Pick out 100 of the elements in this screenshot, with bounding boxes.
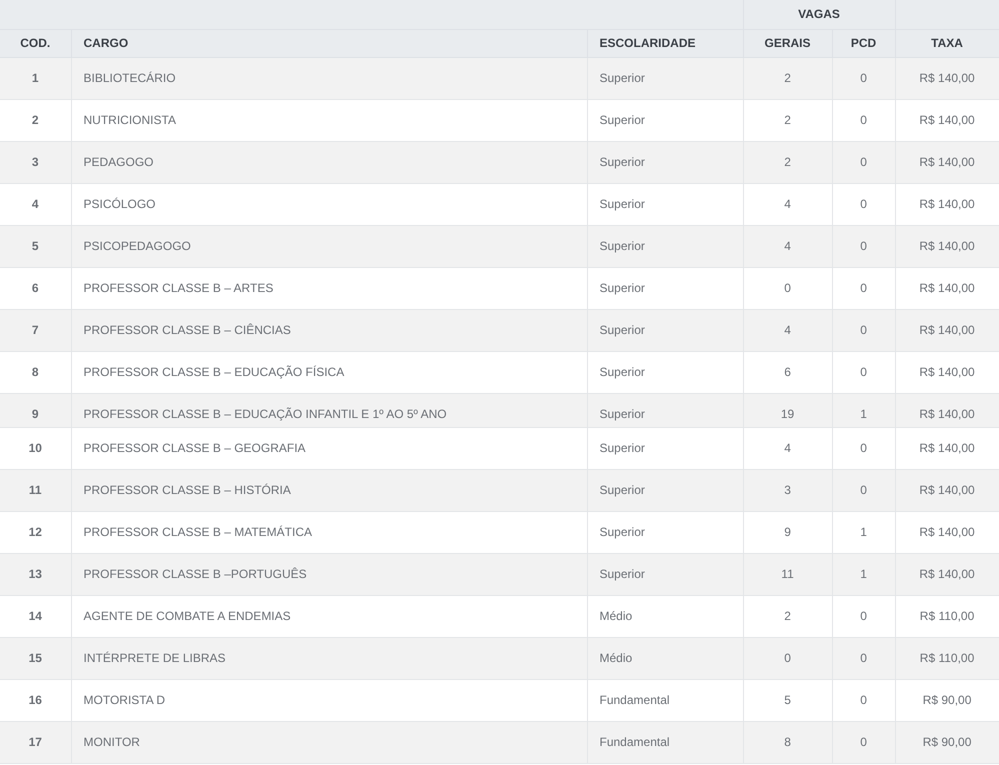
table-cell: 0: [832, 595, 896, 637]
table-cell: 2: [0, 99, 71, 141]
table-cell: 4: [743, 183, 832, 225]
table-cell: 2: [743, 57, 832, 99]
table-cell: 0: [832, 57, 896, 99]
table-cell: 16: [0, 679, 71, 721]
table-cell: 8: [0, 351, 71, 393]
table-cell: 2: [743, 99, 832, 141]
table-cell: PROFESSOR CLASSE B – EDUCAÇÃO FÍSICA: [71, 351, 587, 393]
table-cell: 11: [0, 469, 71, 511]
table-cell: 4: [743, 225, 832, 267]
table-cell: R$ 140,00: [895, 225, 999, 267]
table-cell: 1: [832, 393, 896, 427]
table-cell: Superior: [587, 141, 744, 183]
table-cell: 3: [0, 141, 71, 183]
table-cell: 0: [743, 267, 832, 309]
table-cell: 0: [832, 721, 896, 763]
table-cell: PROFESSOR CLASSE B – ARTES: [71, 267, 587, 309]
column-header: GERAIS: [743, 29, 832, 57]
table-cell: Fundamental: [587, 679, 744, 721]
table-cell: 3: [743, 469, 832, 511]
table-cell: PROFESSOR CLASSE B –PORTUGUÊS: [71, 553, 587, 595]
table-cell: 4: [0, 183, 71, 225]
table-cell: R$ 140,00: [895, 351, 999, 393]
table-cell: INTÉRPRETE DE LIBRAS: [71, 637, 587, 679]
table-cell: R$ 140,00: [895, 183, 999, 225]
table-cell: 0: [832, 183, 896, 225]
table-cell: R$ 140,00: [895, 427, 999, 469]
table-cell: R$ 140,00: [895, 309, 999, 351]
table-cell: PROFESSOR CLASSE B – HISTÓRIA: [71, 469, 587, 511]
table-cell: R$ 90,00: [895, 679, 999, 721]
table-cell: 9: [743, 511, 832, 553]
table-cell: MONITOR: [71, 721, 587, 763]
table-cell: PEDAGOGO: [71, 141, 587, 183]
table-cell: Superior: [587, 469, 744, 511]
table-cell: 0: [832, 637, 896, 679]
table-cell: 8: [743, 721, 832, 763]
table-cell: Superior: [587, 393, 744, 427]
table-cell: 17: [0, 721, 71, 763]
table-cell: PROFESSOR CLASSE B – GEOGRAFIA: [71, 427, 587, 469]
table-cell: 9: [0, 393, 71, 427]
column-header: ESCOLARIDADE: [587, 29, 744, 57]
table-cell: Médio: [587, 595, 744, 637]
table-cell: R$ 140,00: [895, 511, 999, 553]
table-cell: 0: [832, 225, 896, 267]
table-cell: 2: [743, 141, 832, 183]
table-cell: PROFESSOR CLASSE B – MATEMÁTICA: [71, 511, 587, 553]
table-cell: 15: [0, 637, 71, 679]
table-cell: 11: [743, 553, 832, 595]
column-header: COD.: [0, 29, 71, 57]
table-cell: R$ 110,00: [895, 595, 999, 637]
table-cell: Superior: [587, 511, 744, 553]
table-cell: 0: [832, 427, 896, 469]
table-cell: 0: [832, 351, 896, 393]
table-cell: 4: [743, 309, 832, 351]
table-cell: Superior: [587, 427, 744, 469]
table-cell: 2: [743, 595, 832, 637]
table-cell: R$ 140,00: [895, 57, 999, 99]
column-header: TAXA: [895, 29, 999, 57]
table-cell: Superior: [587, 351, 744, 393]
table-cell: 14: [0, 595, 71, 637]
table-cell: Fundamental: [587, 721, 744, 763]
table-cell: 4: [743, 427, 832, 469]
table-cell: 0: [832, 267, 896, 309]
table-cell: R$ 140,00: [895, 553, 999, 595]
table-cell: 1: [0, 57, 71, 99]
table-cell: R$ 140,00: [895, 141, 999, 183]
table-cell: 5: [743, 679, 832, 721]
table-cell: PROFESSOR CLASSE B – EDUCAÇÃO INFANTIL E 1º AO 5º ANO: [71, 393, 587, 427]
table-cell: BIBLIOTECÁRIO: [71, 57, 587, 99]
table-cell: Superior: [587, 225, 744, 267]
table-cell: R$ 90,00: [895, 721, 999, 763]
table-cell: 0: [832, 309, 896, 351]
table-cell: PSICÓLOGO: [71, 183, 587, 225]
table-cell: R$ 110,00: [895, 637, 999, 679]
table-cell: 7: [0, 309, 71, 351]
table-cell: Superior: [587, 267, 744, 309]
table-cell: 1: [832, 511, 896, 553]
table-cell: 1: [832, 553, 896, 595]
table-cell: PSICOPEDAGOGO: [71, 225, 587, 267]
table-cell: 10: [0, 427, 71, 469]
table-cell: Superior: [587, 57, 744, 99]
table-cell: R$ 140,00: [895, 393, 999, 427]
table-cell: 6: [743, 351, 832, 393]
table-cell: 19: [743, 393, 832, 427]
table-cell: 0: [832, 141, 896, 183]
column-header: VAGAS: [743, 0, 896, 29]
table-cell: 5: [0, 225, 71, 267]
table-cell: Superior: [587, 553, 744, 595]
table-cell: 12: [0, 511, 71, 553]
table-cell: R$ 140,00: [895, 267, 999, 309]
table-cell: 13: [0, 553, 71, 595]
table-cell: MOTORISTA D: [71, 679, 587, 721]
table-cell: R$ 140,00: [895, 99, 999, 141]
table-cell: Médio: [587, 637, 744, 679]
table-cell: R$ 140,00: [895, 469, 999, 511]
table-cell: Superior: [587, 99, 744, 141]
table-cell: 0: [743, 637, 832, 679]
table-cell: 0: [832, 99, 896, 141]
table-cell: 0: [832, 679, 896, 721]
